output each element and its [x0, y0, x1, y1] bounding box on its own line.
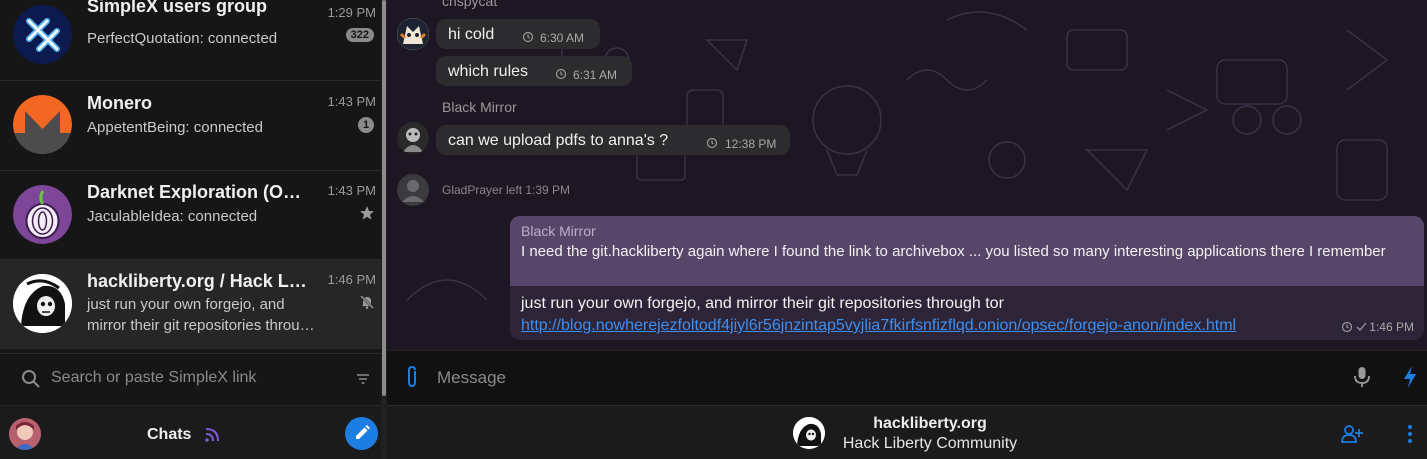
preview-sender: AppetentBeing: — [87, 119, 190, 136]
group-subtitle: Hack Liberty Community — [842, 435, 1018, 452]
message-bubble[interactable]: can we upload pdfs to anna's ? 12:38 PM — [436, 125, 790, 155]
message-sender: crispycat — [442, 0, 498, 9]
lightning-bolt-icon[interactable] — [1401, 365, 1419, 389]
member-avatar-placeholder — [397, 174, 429, 206]
member-left-event: GladPrayer left 1:39 PM — [442, 183, 571, 197]
preview-text: connected — [207, 30, 278, 47]
message-composer — [387, 350, 1427, 405]
message-bubble[interactable]: which rules 6:31 AM — [436, 56, 632, 86]
chat-list-scrollbar[interactable] — [382, 0, 386, 396]
chat-time: 1:43 PM — [327, 183, 376, 198]
conversation-pane: crispycat hi cold 6:30 AM which rules 6:… — [387, 0, 1427, 459]
message-input[interactable] — [437, 364, 1337, 392]
chat-name: SimpleX users group — [87, 0, 268, 16]
chat-item-simplex-users-group[interactable]: SimpleX users group 1:29 PM PerfectQuota… — [0, 0, 381, 81]
search-bar[interactable]: Search or paste SimpleX link — [0, 353, 381, 403]
filter-icon[interactable] — [355, 371, 371, 387]
clock-icon — [706, 137, 718, 149]
chat-time: 1:46 PM — [327, 272, 376, 287]
chat-name: Monero — [87, 93, 152, 113]
message-text: which rules — [448, 63, 529, 80]
chat-preview: JaculableIdea: connected — [87, 206, 337, 227]
chat-preview: PerfectQuotation: connected — [87, 28, 337, 49]
search-input[interactable]: Search or paste SimpleX link — [51, 369, 256, 387]
unread-badge: 322 — [345, 28, 374, 42]
chat-preview: just run your own forgejo, and mirror th… — [87, 294, 337, 336]
preview-line: just run your own forgejo, and — [87, 296, 285, 313]
left-footer-toolbar: Chats — [0, 405, 381, 459]
quoted-sender: Black Mirror — [521, 223, 596, 239]
chat-item-monero[interactable]: Monero 1:43 PM AppetentBeing: connected … — [0, 82, 381, 171]
sender-avatar[interactable] — [397, 18, 429, 50]
chat-name: Darknet Exploration (O… — [87, 182, 302, 202]
quoted-message[interactable]: Black Mirror I need the git.hackliberty … — [510, 216, 1424, 286]
group-avatar[interactable] — [793, 417, 825, 449]
onion-link[interactable]: http://blog.nowherejezfoltodf4jiyl6r56jn… — [521, 317, 1236, 334]
message-sender: Black Mirror — [442, 99, 517, 115]
message-bubble[interactable]: hi cold 6:30 AM — [436, 19, 600, 49]
message-time: 6:31 AM — [573, 68, 618, 82]
preview-sender: JaculableIdea: — [87, 208, 184, 225]
message-text: can we upload pdfs to anna's ? — [448, 132, 669, 149]
message-time: 6:30 AM — [540, 31, 585, 45]
chat-time: 1:29 PM — [327, 5, 376, 20]
sender-avatar[interactable] — [397, 122, 429, 154]
message-text: hi cold — [448, 26, 495, 43]
message-time: 1:46 PM — [1369, 320, 1414, 334]
paperclip-icon[interactable] — [403, 365, 421, 389]
group-title: hackliberty.org — [873, 415, 987, 432]
sent-status-icon — [1341, 321, 1367, 333]
user-avatar[interactable] — [9, 418, 41, 450]
chat-preview: AppetentBeing: connected — [87, 117, 337, 138]
message-body: just run your own forgejo, and mirror th… — [521, 295, 1004, 312]
chat-item-darknet-exploration[interactable]: Darknet Exploration (O… 1:43 PM Jaculabl… — [0, 171, 381, 260]
new-chat-button[interactable] — [345, 417, 378, 450]
chat-name: hackliberty.org / Hack L… — [87, 271, 307, 291]
simplex-logo-icon — [13, 5, 72, 64]
message-text: just run your own forgejo, and mirror th… — [521, 293, 1311, 337]
message-time: 12:38 PM — [725, 137, 777, 151]
chat-item-hackliberty[interactable]: hackliberty.org / Hack L… 1:46 PM just r… — [0, 260, 381, 349]
rss-icon[interactable] — [204, 427, 220, 443]
own-message-bubble[interactable]: Black Mirror I need the git.hackliberty … — [510, 216, 1424, 340]
chat-info-bar[interactable]: hackliberty.org Hack Liberty Community — [387, 405, 1427, 459]
more-options-icon[interactable] — [1403, 423, 1417, 445]
muted-bell-icon — [360, 295, 374, 309]
chats-label: Chats — [147, 426, 192, 443]
add-member-icon[interactable] — [1341, 424, 1363, 444]
monero-logo-icon — [13, 95, 72, 154]
preview-sender: PerfectQuotation: — [87, 30, 204, 47]
pencil-icon — [356, 425, 370, 439]
tor-onion-icon — [13, 185, 72, 244]
microphone-icon[interactable] — [1352, 365, 1372, 389]
star-icon — [360, 206, 374, 220]
unread-badge: 1 — [358, 117, 374, 133]
quoted-text: I need the git.hackliberty again where I… — [521, 243, 1386, 260]
search-icon — [22, 370, 40, 388]
preview-line: mirror their git repositories throu… — [87, 317, 315, 334]
clock-icon — [555, 68, 567, 80]
message-area[interactable]: crispycat hi cold 6:30 AM which rules 6:… — [387, 0, 1427, 350]
chat-list-pane: SimpleX users group 1:29 PM PerfectQuota… — [0, 0, 381, 459]
clock-icon — [522, 31, 534, 43]
preview-text: connected — [187, 208, 258, 225]
preview-text: connected — [193, 119, 263, 136]
hackliberty-reaper-icon — [13, 274, 72, 333]
chat-time: 1:43 PM — [327, 94, 376, 109]
